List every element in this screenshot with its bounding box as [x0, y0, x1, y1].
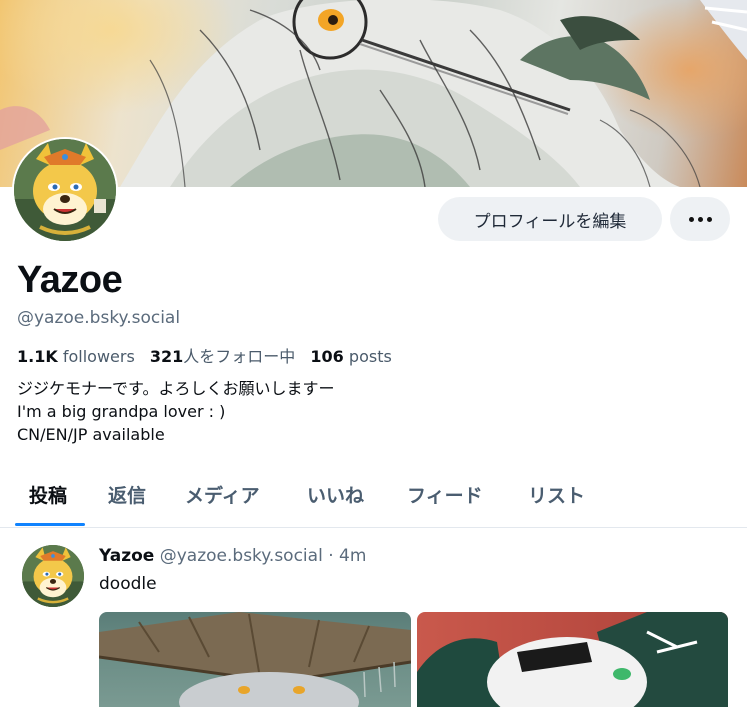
- bio-line: ジジケモナーです。よろしくお願いしますー: [17, 379, 335, 398]
- post-author-avatar[interactable]: [22, 545, 84, 607]
- tab-lists[interactable]: リスト: [528, 481, 585, 508]
- post-text: doodle: [99, 574, 157, 594]
- display-name: Yazoe: [17, 259, 123, 301]
- followers-label: followers: [62, 347, 135, 366]
- post-author-name[interactable]: Yazoe: [99, 546, 154, 566]
- profile-tabs: 投稿 返信 メディア いいね フィード リスト: [0, 463, 747, 528]
- followers-count: 1.1K: [17, 347, 58, 366]
- posts-label: posts: [348, 347, 392, 366]
- followers-link[interactable]: 1.1K followers: [17, 347, 135, 366]
- bio-line: I'm a big grandpa lover : ): [17, 402, 226, 421]
- profile-bio: ジジケモナーです。よろしくお願いしますー I'm a big grandpa l…: [17, 377, 334, 446]
- post-image-2-artwork: [417, 612, 728, 707]
- post-image-2[interactable]: [417, 612, 728, 707]
- tab-media[interactable]: メディア: [185, 481, 260, 508]
- following-label: 人をフォロー中: [183, 347, 296, 366]
- following-count: 321: [149, 347, 184, 366]
- posts-stat: 106 posts: [310, 347, 391, 366]
- ellipsis-icon: [688, 216, 694, 222]
- profile-stats: 1.1K followers 321人をフォロー中 106 posts: [17, 343, 392, 367]
- post-separator: ·: [328, 546, 334, 566]
- bio-line: CN/EN/JP available: [17, 425, 165, 444]
- following-link[interactable]: 321人をフォロー中: [150, 347, 295, 366]
- active-tab-indicator: [15, 523, 85, 526]
- tab-replies[interactable]: 返信: [108, 481, 146, 508]
- posts-count: 106: [310, 347, 344, 366]
- edit-profile-button[interactable]: プロフィールを編集: [438, 197, 662, 241]
- post-header: Yazoe @yazoe.bsky.social · 4m: [99, 546, 366, 566]
- tab-feeds[interactable]: フィード: [407, 481, 483, 508]
- post-timestamp[interactable]: 4m: [339, 546, 366, 566]
- profile-banner[interactable]: [0, 0, 747, 187]
- avatar-character-image: [22, 545, 84, 607]
- post-image-1[interactable]: [99, 612, 411, 707]
- post-image-1-artwork: [99, 612, 411, 707]
- ellipsis-icon-dot: [706, 216, 712, 222]
- more-options-button[interactable]: [670, 197, 730, 241]
- tab-posts[interactable]: 投稿: [29, 481, 67, 508]
- ellipsis-icon-dot: [697, 216, 703, 222]
- banner-artwork: [0, 0, 747, 187]
- post-author-handle[interactable]: @yazoe.bsky.social: [160, 546, 323, 566]
- profile-handle: @yazoe.bsky.social: [17, 308, 181, 328]
- tab-likes[interactable]: いいね: [307, 481, 364, 508]
- profile-avatar[interactable]: [12, 137, 118, 243]
- avatar-character-image: [14, 139, 116, 241]
